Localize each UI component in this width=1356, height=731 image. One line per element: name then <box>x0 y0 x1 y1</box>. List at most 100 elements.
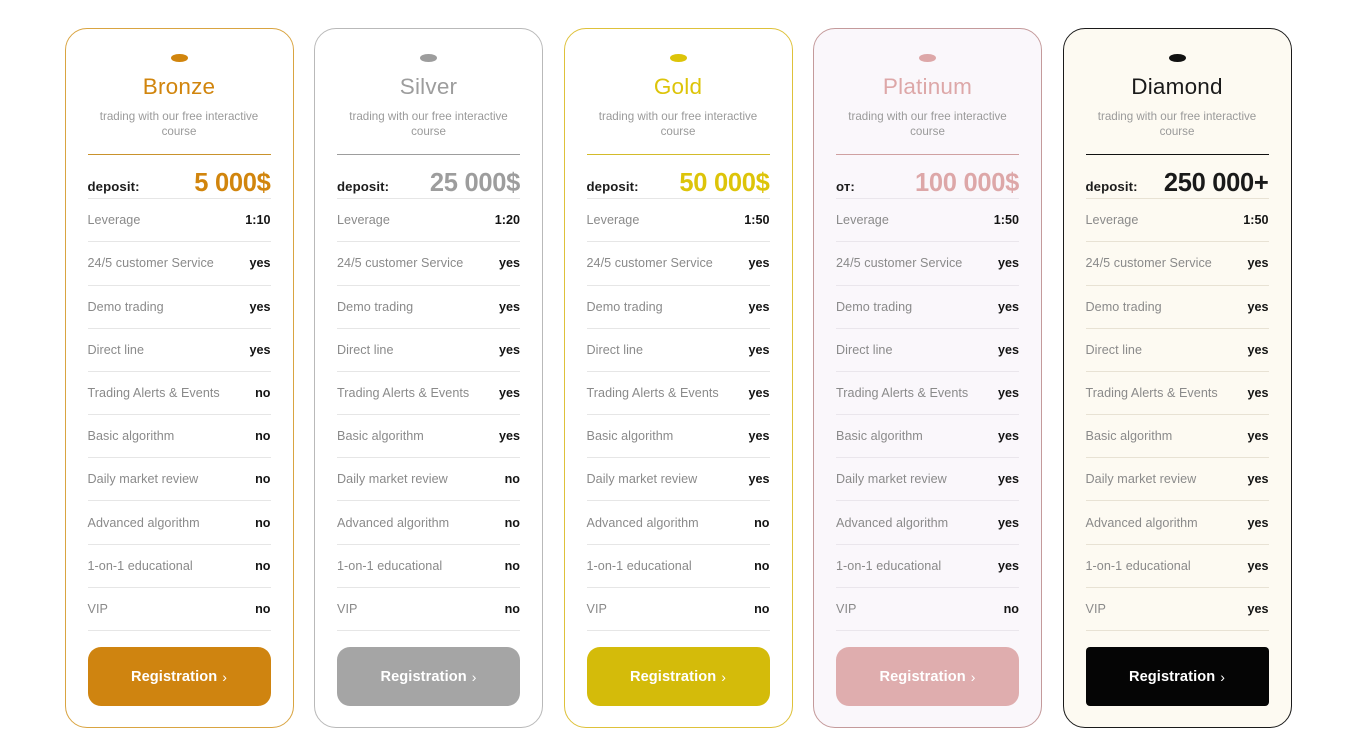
feature-label: 24/5 customer Service <box>1085 256 1212 271</box>
cta-area: Registration › <box>836 631 1019 727</box>
feature-row: Basic algorithm yes <box>836 414 1019 457</box>
cta-area: Registration › <box>87 631 271 727</box>
plan-color-dot-icon <box>1168 54 1186 63</box>
feature-row: Trading Alerts & Events no <box>87 370 271 414</box>
feature-list: Leverage 1:50 24/5 customer Service yes De… <box>1085 198 1269 631</box>
deposit-row: deposit: 50 000$ <box>587 155 770 198</box>
feature-label: Advanced algorithm <box>87 515 200 530</box>
registration-button[interactable]: Registration › <box>586 647 770 706</box>
feature-row: Daily market review yes <box>586 457 770 500</box>
deposit-value: 100 000$ <box>915 169 1019 198</box>
deposit-value: 250 000+ <box>1163 169 1269 198</box>
plan-card-gold[interactable]: Gold trading with our free interactive c… <box>563 28 793 728</box>
feature-label: 24/5 customer Service <box>586 256 713 271</box>
feature-label: Direct line <box>1085 342 1143 357</box>
pricing-plans-container: Bronze trading with our free interactive… <box>0 0 1356 731</box>
feature-label: Trading Alerts & Events <box>586 385 719 400</box>
feature-row: 1-on-1 educational yes <box>836 543 1019 587</box>
feature-row: Basic algorithm yes <box>1085 414 1269 457</box>
registration-button[interactable]: Registration › <box>87 647 271 706</box>
deposit-row: deposit: 250 000+ <box>1086 155 1269 198</box>
feature-value: no <box>504 515 520 530</box>
feature-label: Basic algorithm <box>586 429 674 444</box>
deposit-label: deposit: <box>87 179 140 195</box>
plan-color-dot-icon <box>669 54 687 63</box>
feature-value: no <box>754 601 770 616</box>
feature-label: Leverage <box>87 213 141 228</box>
feature-value: no <box>255 385 271 400</box>
feature-row: Daily market review no <box>337 457 520 500</box>
feature-label: Daily market review <box>586 472 698 487</box>
feature-label: Demo trading <box>836 299 913 314</box>
feature-value: no <box>255 515 271 530</box>
feature-row: 1-on-1 educational no <box>337 543 520 587</box>
feature-row: Daily market review no <box>87 457 271 500</box>
feature-label: Trading Alerts & Events <box>836 385 969 400</box>
feature-label: Basic algorithm <box>337 429 424 444</box>
feature-row: Demo trading yes <box>586 284 770 328</box>
feature-value: yes <box>1247 256 1269 271</box>
feature-value: no <box>504 472 520 487</box>
cta-area: Registration › <box>586 631 770 727</box>
feature-value: 1:20 <box>494 213 520 228</box>
registration-button-label: Registration <box>380 668 467 685</box>
feature-label: Leverage <box>586 213 640 228</box>
registration-button[interactable]: Registration › <box>836 647 1019 706</box>
feature-row: Advanced algorithm yes <box>836 500 1019 543</box>
feature-row: Trading Alerts & Events yes <box>1085 370 1269 414</box>
deposit-row: deposit: 5 000$ <box>88 155 271 198</box>
feature-value: yes <box>1247 385 1269 400</box>
feature-row: Demo trading yes <box>337 284 520 328</box>
feature-value: yes <box>997 558 1019 573</box>
feature-value: no <box>255 558 271 573</box>
feature-value: yes <box>997 429 1019 444</box>
feature-value: yes <box>997 515 1019 530</box>
registration-button-label: Registration <box>879 668 966 685</box>
feature-row: VIP no <box>337 586 520 630</box>
feature-value: no <box>255 601 271 616</box>
feature-row: 1-on-1 educational yes <box>1085 543 1269 587</box>
feature-label: 1-on-1 educational <box>87 558 193 573</box>
registration-button[interactable]: Registration › <box>337 647 520 706</box>
feature-value: yes <box>498 429 520 444</box>
feature-list: Leverage 1:50 24/5 customer Service yes De… <box>586 198 770 631</box>
deposit-row: от: 100 000$ <box>836 155 1019 198</box>
feature-row: Leverage 1:50 <box>1085 198 1269 241</box>
feature-label: Demo trading <box>337 299 414 314</box>
feature-value: yes <box>1247 429 1269 444</box>
plan-tagline: trading with our free interactive course <box>99 110 259 138</box>
feature-label: Daily market review <box>836 472 947 487</box>
feature-label: VIP <box>1085 601 1106 616</box>
feature-row: Direct line yes <box>586 327 770 371</box>
feature-row: 1-on-1 educational no <box>87 543 271 587</box>
feature-row: Demo trading yes <box>87 284 271 328</box>
feature-label: Advanced algorithm <box>1085 515 1198 530</box>
feature-row: 24/5 customer Service yes <box>1085 241 1269 284</box>
feature-row: Trading Alerts & Events yes <box>586 370 770 414</box>
feature-value: yes <box>1247 342 1269 357</box>
plan-card-bronze[interactable]: Bronze trading with our free interactive… <box>64 28 294 728</box>
feature-row: Advanced algorithm yes <box>1085 500 1269 543</box>
feature-row: 24/5 customer Service yes <box>836 241 1019 284</box>
feature-value: 1:50 <box>1243 213 1269 228</box>
plan-tagline: trading with our free interactive course <box>1097 110 1257 138</box>
registration-button[interactable]: Registration › <box>1085 647 1269 706</box>
feature-value: yes <box>498 256 520 271</box>
feature-row: Leverage 1:50 <box>586 198 770 241</box>
plan-card-platinum[interactable]: Platinum trading with our free interacti… <box>813 28 1042 728</box>
feature-value: yes <box>498 385 520 400</box>
plan-tagline: trading with our free interactive course <box>598 110 758 138</box>
feature-value: no <box>754 515 770 530</box>
feature-value: yes <box>249 299 271 314</box>
plan-tagline: trading with our free interactive course <box>349 110 508 138</box>
feature-value: yes <box>748 472 770 487</box>
registration-button-label: Registration <box>130 668 218 685</box>
feature-label: Daily market review <box>1085 472 1197 487</box>
feature-label: Leverage <box>836 213 889 228</box>
plan-card-silver[interactable]: Silver trading with our free interactive… <box>314 28 543 728</box>
feature-row: Direct line yes <box>87 327 271 371</box>
deposit-label: deposit: <box>586 179 639 195</box>
plan-card-diamond[interactable]: Diamond trading with our free interactiv… <box>1062 28 1292 728</box>
feature-label: Advanced algorithm <box>337 515 450 530</box>
feature-value: yes <box>1247 558 1269 573</box>
